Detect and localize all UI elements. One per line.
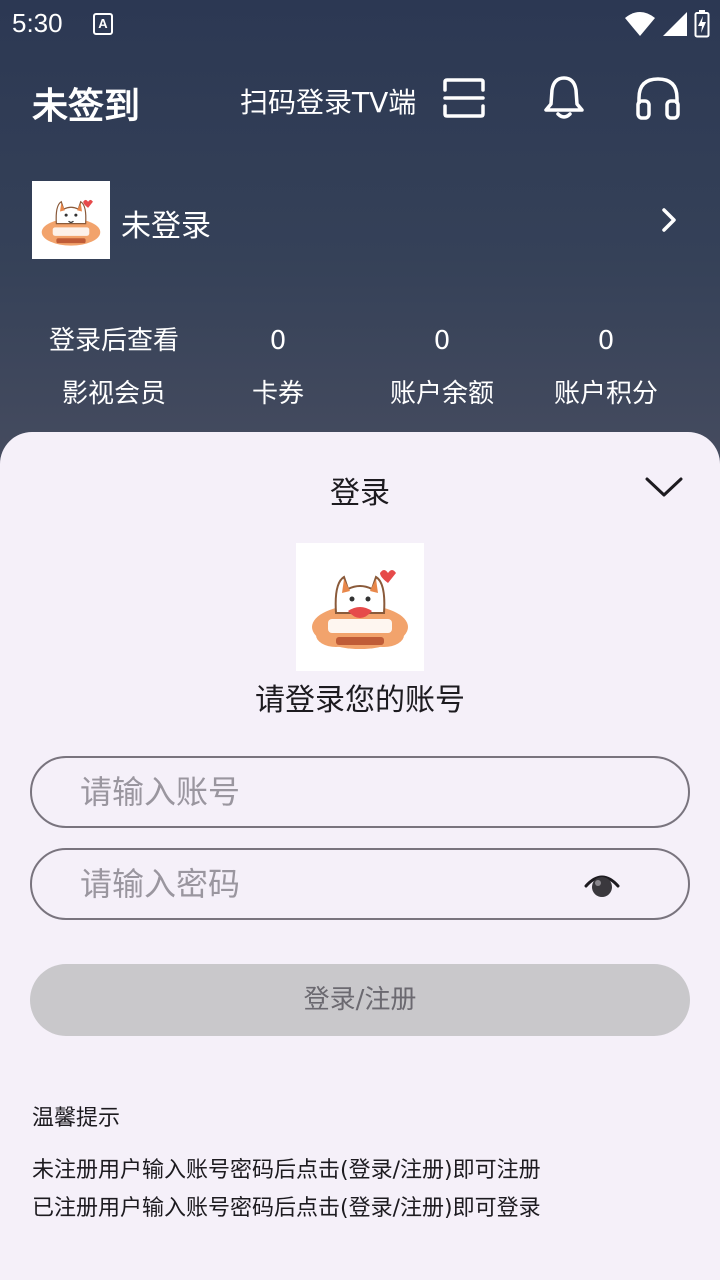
- app-logo: [296, 543, 424, 671]
- login-prompt: 请登录您的账号: [255, 683, 465, 718]
- status-bar: 5:30 A: [0, 0, 720, 48]
- scan-login-tv-label[interactable]: 扫码登录TV端: [240, 81, 416, 121]
- status-time: 5:30: [12, 8, 63, 38]
- chevron-right-icon: [662, 208, 676, 232]
- notification-a-icon: A: [93, 13, 113, 35]
- stat-value: 0: [269, 326, 287, 356]
- battery-icon: [694, 10, 710, 38]
- stat-label: 影视会员: [61, 379, 166, 409]
- tips-line: 已注册用户输入账号密码后点击(登录/注册)即可登录: [32, 1196, 541, 1221]
- stat-vip-membership[interactable]: 登录后查看 影视会员: [32, 318, 196, 418]
- scan-icon[interactable]: [442, 78, 486, 118]
- sheet-title: 登录: [330, 476, 390, 511]
- password-field[interactable]: [30, 848, 690, 920]
- stat-points[interactable]: 0 账户积分: [524, 318, 688, 418]
- wifi-icon: [625, 12, 655, 36]
- cat-logo-image: [41, 199, 101, 246]
- stat-label: 账户余额: [389, 379, 494, 409]
- password-input[interactable]: [80, 850, 600, 918]
- login-bottom-sheet: 登录 请登录您的账号 登录/注册: [0, 432, 720, 1280]
- chevron-down-icon[interactable]: [644, 472, 684, 502]
- stat-value: 0: [433, 326, 451, 356]
- top-header: 未签到 扫码登录TV端: [0, 60, 720, 140]
- stat-label: 账户积分: [553, 379, 658, 409]
- signal-icon: [663, 12, 687, 36]
- avatar[interactable]: [32, 181, 110, 259]
- status-icons: [624, 10, 710, 38]
- stat-value: 0: [597, 326, 615, 356]
- tips-line: 未注册用户输入账号密码后点击(登录/注册)即可注册: [32, 1158, 541, 1183]
- eye-icon[interactable]: [584, 870, 620, 900]
- login-register-button[interactable]: 登录/注册: [30, 964, 690, 1036]
- login-state-label: 未登录: [121, 209, 211, 244]
- stat-coupons[interactable]: 0 卡券: [196, 318, 360, 418]
- stat-balance[interactable]: 0 账户余额: [360, 318, 524, 418]
- bell-icon[interactable]: [540, 74, 588, 122]
- stat-label: 卡券: [251, 379, 304, 409]
- account-input[interactable]: [80, 758, 600, 826]
- headset-icon[interactable]: [634, 74, 682, 122]
- sign-in-status[interactable]: 未签到: [32, 77, 140, 129]
- account-field[interactable]: [30, 756, 690, 828]
- cat-logo-image: [312, 570, 408, 649]
- tips-title: 温馨提示: [32, 1106, 121, 1131]
- stat-value: 登录后查看: [48, 326, 179, 356]
- profile-row[interactable]: 未登录: [32, 181, 688, 259]
- account-stats: 登录后查看 影视会员 0 卡券 0 账户余额 0 账户积分: [32, 318, 688, 418]
